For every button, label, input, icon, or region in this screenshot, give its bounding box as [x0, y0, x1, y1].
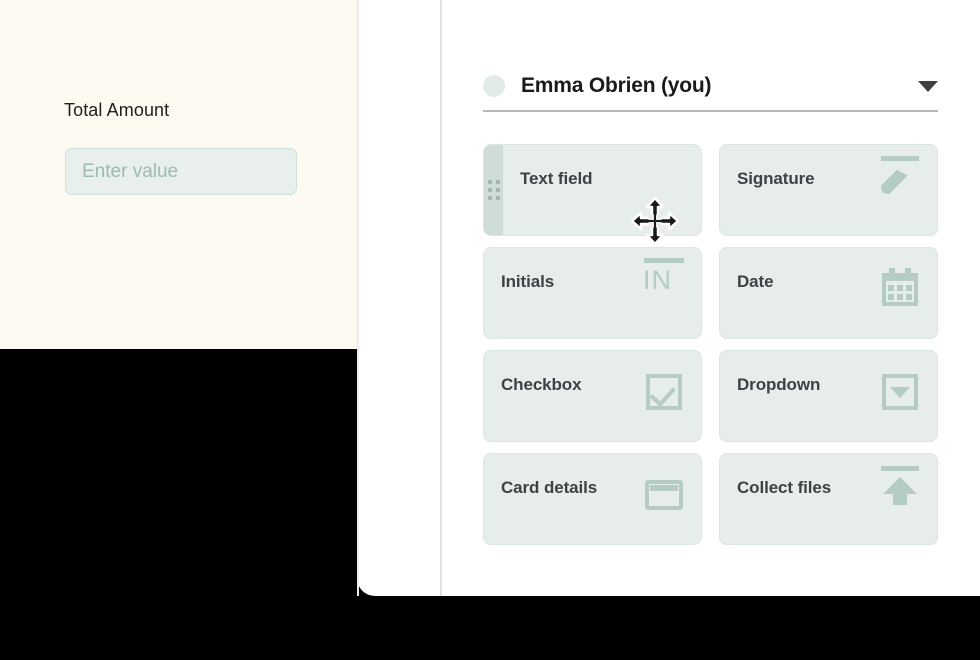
field-tile-dropdown[interactable]: Dropdown [719, 350, 938, 442]
field-tile-label: Text field [520, 169, 593, 188]
total-amount-input[interactable]: Enter value [65, 148, 297, 195]
total-amount-label: Total Amount [64, 100, 170, 120]
calendar-icon [879, 268, 921, 310]
chevron-down-icon[interactable] [918, 80, 938, 92]
total-amount-placeholder: Enter value [82, 160, 179, 182]
credit-card-icon [643, 474, 685, 516]
field-tile-card-details[interactable]: Card details [483, 453, 702, 545]
field-tile-collect-files[interactable]: Collect files [719, 453, 938, 545]
field-tile-label: Dropdown [737, 375, 821, 394]
field-tile-grid: Text field Signature Initials IN Date Ch… [483, 144, 938, 545]
signature-pen-icon [879, 156, 921, 207]
drag-handle-icon[interactable] [484, 145, 503, 235]
field-tile-label: Collect files [737, 478, 832, 497]
dropdown-caret-icon [879, 371, 921, 413]
recipient-selector[interactable]: Emma Obrien (you) [483, 62, 938, 112]
recipient-name: Emma Obrien (you) [521, 74, 712, 97]
field-tile-date[interactable]: Date [719, 247, 938, 339]
field-tile-initials[interactable]: Initials IN [483, 247, 702, 339]
panel-divider-left [357, 0, 359, 596]
panel-divider-right [440, 0, 442, 596]
recipient-underline [483, 110, 938, 112]
field-tile-signature[interactable]: Signature [719, 144, 938, 236]
drag-dots [487, 180, 500, 200]
field-tile-label: Initials [501, 272, 555, 291]
upload-arrow-icon [879, 466, 921, 516]
recipient-row: Emma Obrien (you) [483, 62, 938, 110]
avatar [483, 75, 505, 97]
initials-icon: IN [643, 258, 685, 310]
checkbox-icon [643, 371, 685, 413]
field-tile-text-field[interactable]: Text field [483, 144, 702, 236]
field-tile-label: Date [737, 272, 774, 291]
field-tile-label: Checkbox [501, 375, 582, 394]
document-preview-panel: Total Amount Enter value [0, 0, 357, 349]
field-tile-checkbox[interactable]: Checkbox [483, 350, 702, 442]
field-tile-label: Signature [737, 169, 815, 188]
field-tile-label: Card details [501, 478, 598, 497]
screen: Total Amount Enter value Emma Obrien (yo… [0, 0, 980, 660]
